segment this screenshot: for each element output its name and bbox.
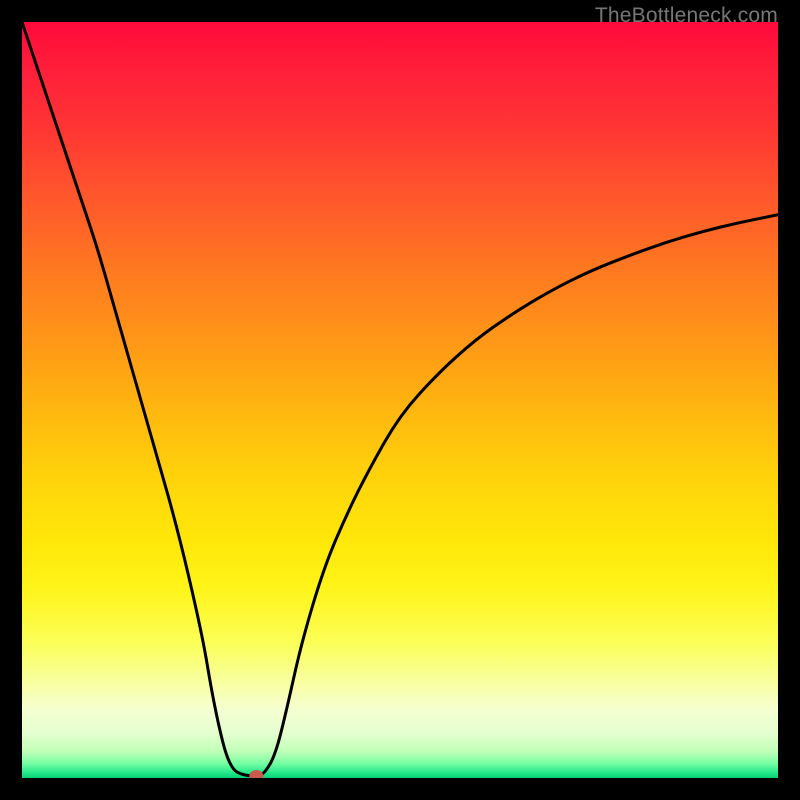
watermark-text: TheBottleneck.com	[595, 4, 778, 28]
plot-area	[22, 22, 778, 778]
curve-layer	[22, 22, 778, 778]
optimum-marker	[249, 770, 263, 778]
chart-frame: TheBottleneck.com	[0, 0, 800, 800]
bottleneck-curve	[22, 22, 778, 776]
